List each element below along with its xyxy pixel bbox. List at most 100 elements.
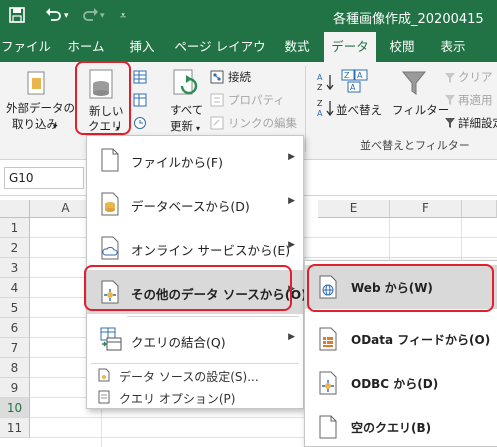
- tab-data[interactable]: データ: [324, 32, 376, 62]
- undo-dropdown-icon[interactable]: ▾: [64, 6, 69, 26]
- window-title: 各種画像作成_20200415: [333, 12, 484, 27]
- refresh-all-label-1[interactable]: すべて: [170, 103, 203, 118]
- blank-query-icon: [317, 415, 339, 442]
- clock-icon[interactable]: [133, 116, 147, 133]
- file-icon: [99, 148, 121, 175]
- advanced-filter-icon[interactable]: [444, 117, 456, 132]
- clear-filter-icon: [444, 72, 456, 87]
- external-data-icon[interactable]: [25, 70, 49, 101]
- save-icon[interactable]: [8, 6, 26, 29]
- row-header[interactable]: 3: [0, 258, 30, 278]
- row-header[interactable]: 6: [0, 318, 30, 338]
- properties-icon: [210, 93, 224, 110]
- menu-item-label: ODBC から(D): [351, 377, 439, 391]
- table-icon[interactable]: [133, 70, 147, 87]
- row-header[interactable]: 1: [0, 218, 30, 238]
- row-header[interactable]: 2: [0, 238, 30, 258]
- menu-item-from-database[interactable]: データベースから(D) ▶: [87, 182, 303, 226]
- refresh-all-label-2[interactable]: 更新: [170, 119, 193, 134]
- tab-review[interactable]: 校閲: [380, 32, 424, 62]
- menu-item-query-options[interactable]: クエリ オプション(P): [87, 386, 303, 408]
- connections-icon[interactable]: [210, 70, 224, 87]
- menu-item-label: クエリ オプション(P): [119, 392, 236, 406]
- filter-label[interactable]: フィルター: [392, 103, 449, 118]
- external-data-label-2[interactable]: 取り込み: [12, 117, 58, 132]
- other-sources-highlight: [84, 265, 292, 311]
- external-data-label-1[interactable]: 外部データの: [6, 101, 75, 116]
- menu-item-combine-queries[interactable]: クエリの結合(Q) ▶: [87, 318, 303, 362]
- qat-customize-icon[interactable]: ⩡: [120, 6, 126, 26]
- menu-item-from-odbc[interactable]: ODBC から(D): [305, 361, 497, 405]
- ribbon-tabs: ファイル ホーム 挿入 ページ レイアウト 数式 データ 校閲 表示: [0, 32, 497, 84]
- menu-separator: [127, 316, 299, 317]
- svg-text:Z: Z: [317, 83, 323, 92]
- table-icon[interactable]: [133, 93, 147, 110]
- chevron-down-icon: ▾: [53, 122, 58, 131]
- sort-filter-group-label: 並べ替えとフィルター: [360, 139, 470, 152]
- name-box[interactable]: G10: [4, 167, 84, 189]
- tab-view[interactable]: 表示: [428, 32, 478, 62]
- data-source-settings-icon: [97, 368, 111, 385]
- svg-text:Z: Z: [317, 99, 323, 108]
- svg-text:Z: Z: [344, 71, 350, 80]
- reapply-label: 再適用: [458, 93, 493, 107]
- undo-icon[interactable]: [44, 6, 62, 29]
- submenu-arrow-icon: ▶: [288, 240, 295, 250]
- chevron-down-icon: ▾: [196, 124, 201, 133]
- submenu-arrow-icon: ▶: [288, 332, 295, 342]
- svg-text:A: A: [317, 109, 323, 118]
- odata-icon: [317, 327, 339, 354]
- menu-item-from-file[interactable]: ファイルから(F) ▶: [87, 138, 303, 182]
- filter-icon[interactable]: [400, 68, 428, 101]
- sort-dialog-icon[interactable]: ZAA: [340, 68, 370, 97]
- menu-item-label: 空のクエリ(B): [351, 421, 432, 435]
- select-all-corner[interactable]: [0, 200, 30, 218]
- submenu-arrow-icon: ▶: [288, 152, 295, 162]
- tab-home[interactable]: ホーム: [60, 32, 112, 62]
- new-query-highlight: [75, 61, 131, 135]
- menu-item-blank-query[interactable]: 空のクエリ(B): [305, 405, 497, 447]
- row-header[interactable]: 9: [0, 378, 30, 398]
- row-header[interactable]: 7: [0, 338, 30, 358]
- tab-file[interactable]: ファイル: [0, 32, 52, 62]
- connections-label[interactable]: 接続: [228, 70, 251, 85]
- properties-label: プロパティ: [228, 93, 285, 107]
- query-options-icon: [97, 390, 111, 407]
- redo-dropdown-icon[interactable]: ▾: [100, 6, 105, 26]
- row-header[interactable]: 4: [0, 278, 30, 298]
- title-bar: ▾ ▾ ⩡ 各種画像作成_20200415: [0, 0, 497, 32]
- menu-item-label: データ ソースの設定(S)...: [119, 370, 259, 384]
- row-header[interactable]: 11: [0, 418, 30, 438]
- odbc-icon: [317, 371, 339, 398]
- svg-text:A: A: [357, 71, 363, 80]
- sort-label[interactable]: 並べ替え: [336, 103, 382, 118]
- menu-item-label: データベースから(D): [131, 199, 250, 214]
- edit-links-icon: [210, 116, 224, 133]
- menu-item-label: ファイルから(F): [131, 155, 223, 170]
- ribbon-divider: [305, 66, 306, 152]
- tab-insert[interactable]: 挿入: [120, 32, 164, 62]
- row-header[interactable]: 8: [0, 358, 30, 378]
- edit-links-label: リンクの編集: [228, 116, 297, 130]
- row-header-selected[interactable]: 10: [0, 398, 30, 418]
- tab-page-layout[interactable]: ページ レイアウト: [170, 32, 270, 84]
- menu-item-from-online-services[interactable]: オンライン サービスから(E) ▶: [87, 226, 303, 270]
- combine-queries-icon: [99, 326, 123, 355]
- svg-text:A: A: [317, 73, 323, 82]
- cloud-icon: [99, 236, 121, 263]
- refresh-all-icon[interactable]: [172, 68, 202, 103]
- menu-item-label: OData フィードから(O): [351, 333, 491, 347]
- menu-item-data-source-settings[interactable]: データ ソースの設定(S)...: [87, 364, 303, 386]
- column-header-f[interactable]: F: [390, 200, 462, 218]
- row-header[interactable]: 5: [0, 298, 30, 318]
- tab-formulas[interactable]: 数式: [275, 32, 319, 62]
- menu-item-label: オンライン サービスから(E): [131, 243, 291, 258]
- from-web-highlight: [307, 264, 494, 312]
- redo-icon[interactable]: [82, 6, 100, 29]
- column-header-e[interactable]: E: [318, 200, 390, 218]
- advanced-label[interactable]: 詳細設定: [458, 116, 497, 131]
- column-header-g[interactable]: [462, 200, 497, 218]
- sort-az-icon[interactable]: AZ: [316, 72, 336, 95]
- menu-item-from-odata[interactable]: OData フィードから(O): [305, 317, 497, 361]
- sort-za-icon[interactable]: ZA: [316, 98, 336, 121]
